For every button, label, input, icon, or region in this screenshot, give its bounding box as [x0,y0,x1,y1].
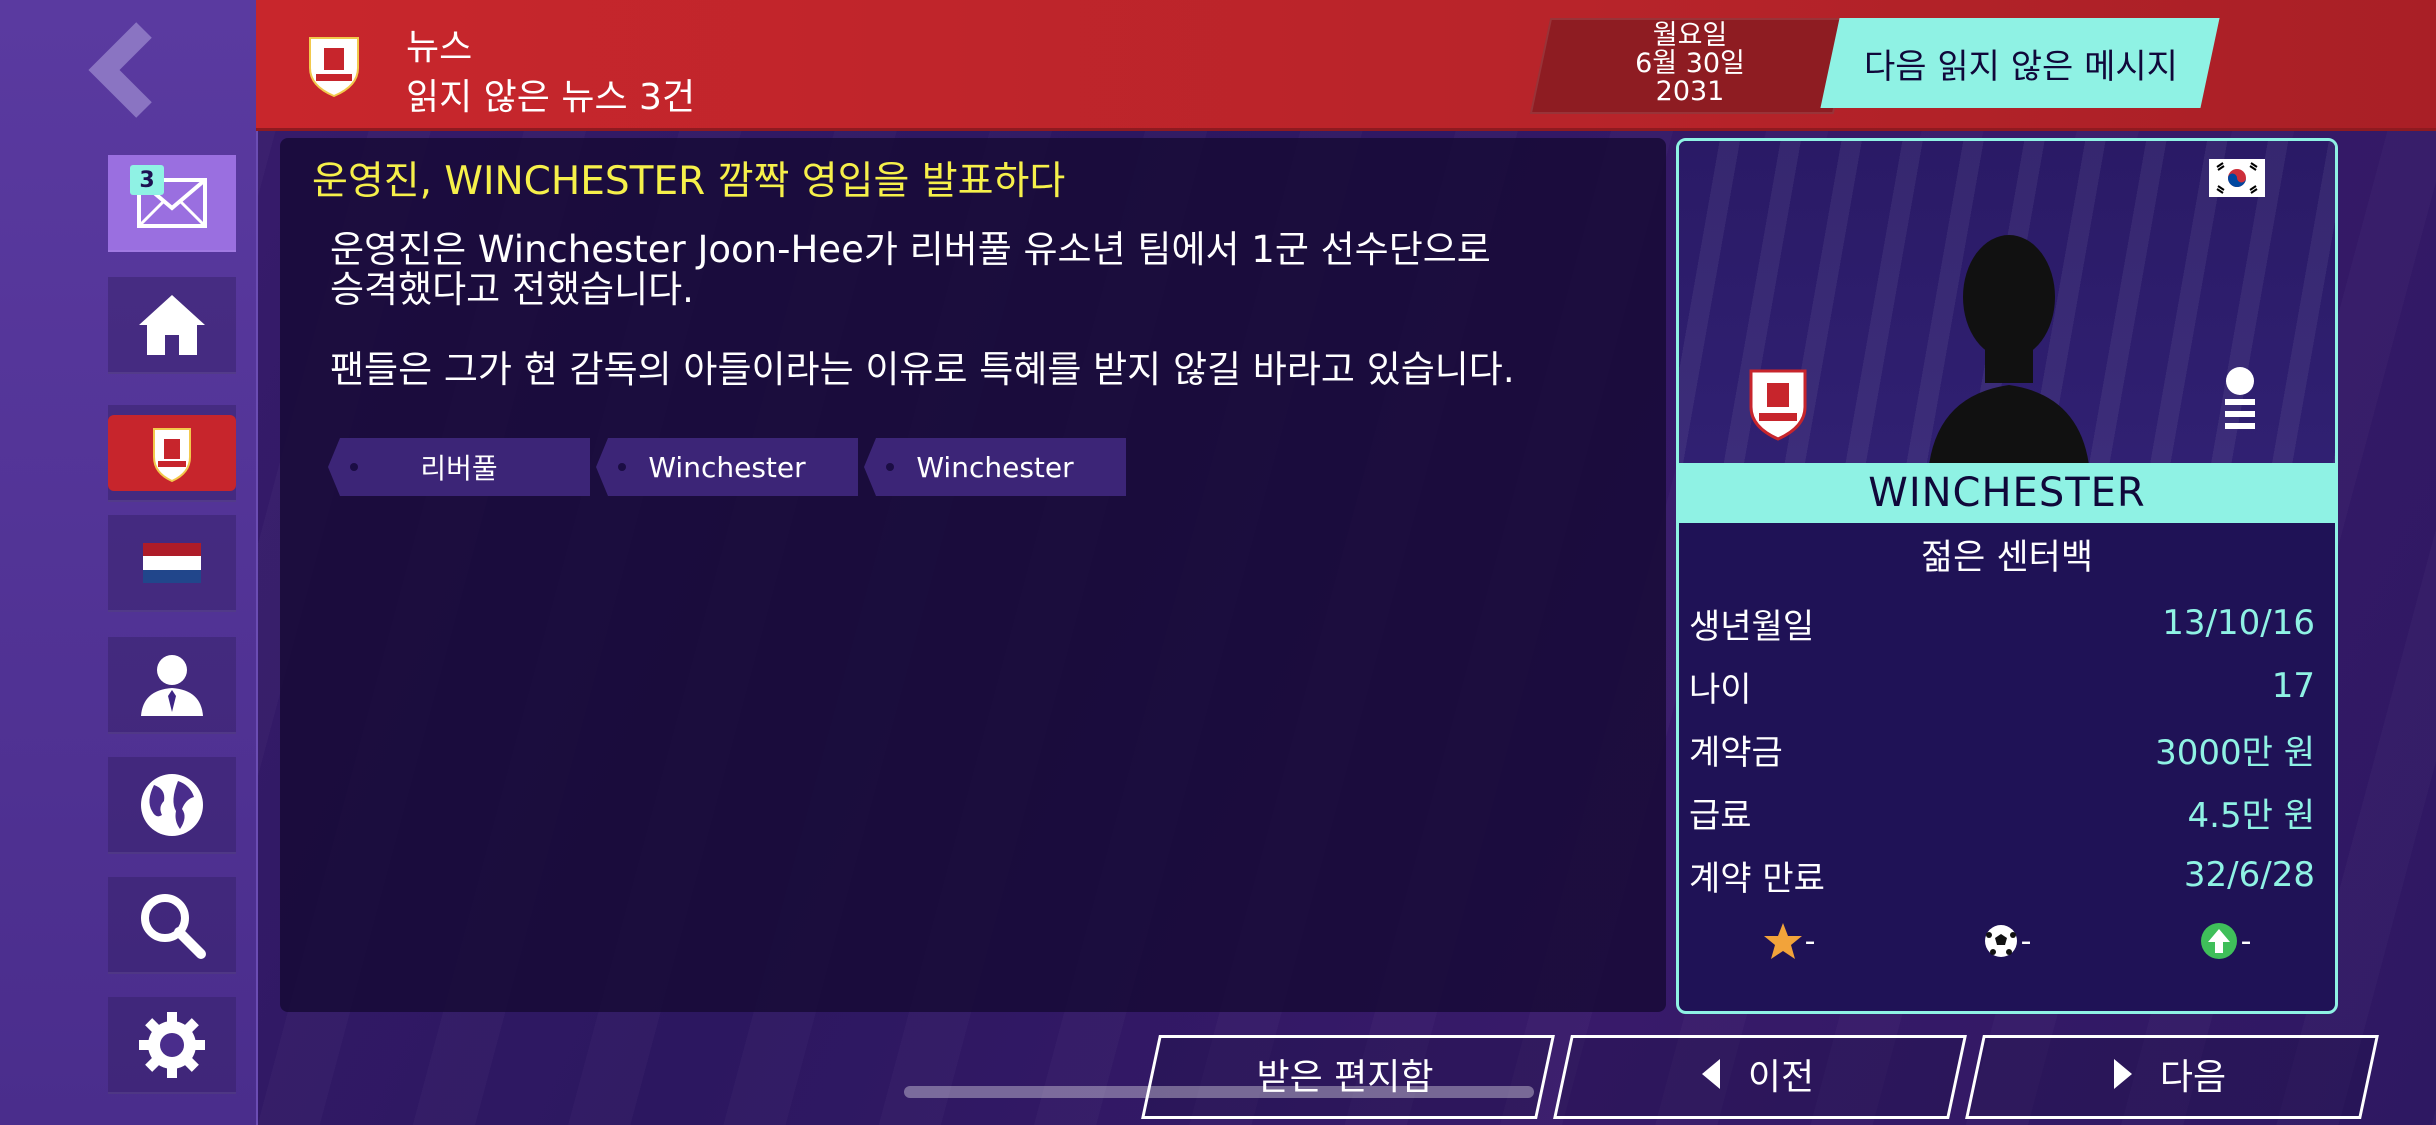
related-tags: 리버풀 Winchester Winchester [328,438,1132,496]
liverpool-crest-icon [153,427,191,482]
netherlands-flag-icon [143,542,201,583]
home-indicator[interactable] [904,1086,1534,1098]
prev-button[interactable]: 이전 [1562,1035,1952,1113]
sidebar-item-world[interactable] [108,757,236,854]
home-icon [139,294,205,355]
news-paragraph-1: 운영진은 Winchester Joon-Hee가 리버풀 유소년 팀에서 1군… [330,230,1630,310]
stat-label: 계약금 [1689,732,1783,773]
premier-league-logo-icon [2225,367,2255,429]
back-button[interactable] [86,20,166,120]
player-card-header [1679,141,2335,463]
player-card[interactable]: WINCHESTER 젊은 센터백 생년월일 13/10/16 나이 17 계약… [1676,138,2338,1014]
prev-button-label: 이전 [1747,1057,1815,1098]
stat-row-wage: 급료 4.5만 원 [1689,782,2315,842]
football-icon [1984,925,2017,957]
unread-count-badge: 3 [130,165,164,195]
star-icon [1763,923,1802,959]
stat-value: 32/6/28 [2183,855,2315,895]
next-button[interactable]: 다음 [1974,1035,2364,1113]
potential-value: - [2240,923,2252,959]
unread-news-count: 읽지 않은 뉴스 3건 [406,77,696,118]
potential-rating: - [2199,921,2252,961]
player-silhouette-icon [1929,235,2089,463]
date-day: 6월 30일 [1635,48,1745,79]
tag-dot [350,463,358,471]
stat-value: 4.5만 원 [2187,795,2315,836]
date-weekday: 월요일 [1652,20,1728,51]
manager-icon [141,654,203,716]
player-rating-icons: - - - [1679,909,2335,973]
sidebar: 3 [0,0,258,1125]
arrow-left-icon [1701,1059,1720,1089]
news-paragraph-2: 팬들은 그가 현 감독의 아들이라는 이유로 특혜를 받지 않길 바라고 있습니… [330,348,1515,391]
inbox-button[interactable]: 받은 편지함 [1150,1035,1540,1113]
match-value: - [2020,923,2032,959]
sidebar-item-staff[interactable] [108,637,236,734]
tag-club[interactable]: 리버풀 [328,438,590,496]
news-article-panel: 운영진, WINCHESTER 깜짝 영입을 발표하다 운영진은 Winches… [280,138,1666,1012]
liverpool-crest-icon [1749,369,1807,441]
chevron-left-icon [88,22,152,118]
stat-label: 급료 [1689,795,1752,836]
sidebar-item-club[interactable] [108,405,236,502]
stat-value: 3000만 원 [2155,732,2315,773]
player-position: 젊은 센터백 [1920,537,2094,578]
arrow-right-icon [2113,1059,2132,1089]
sidebar-item-search[interactable] [108,877,236,974]
page-title: 뉴스 [406,27,473,68]
tag-dot [618,463,626,471]
news-headline: 운영진, WINCHESTER 깜짝 영입을 발표하다 [312,159,1066,204]
tag-label: 리버풀 [420,452,498,485]
tag-label: Winchester [648,450,806,484]
arrow-up-circle-icon [2200,923,2237,959]
sidebar-item-nation[interactable] [108,515,236,612]
ability-value: - [1804,923,1816,959]
stat-row-age: 나이 17 [1689,656,2315,716]
tag-player[interactable]: Winchester [596,438,858,496]
match-rating: - [1983,923,2032,959]
globe-icon [141,773,203,836]
stat-value: 13/10/16 [2162,603,2315,643]
gear-icon [139,1011,205,1078]
current-date: 월요일 6월 30일 2031 [1540,18,1840,110]
sidebar-item-home[interactable] [108,277,236,374]
player-name: WINCHESTER [1679,463,2335,523]
liverpool-crest-icon [309,37,359,98]
stat-label: 생년월일 [1689,606,1815,647]
next-unread-button[interactable]: 다음 읽지 않은 메시지 [1836,18,2206,108]
news-paragraph-1-line-2: 승격했다고 전했습니다. [330,268,694,311]
date-year: 2031 [1655,76,1725,107]
ability-rating: - [1763,921,1816,961]
tag-dot [886,463,894,471]
next-button-label: 다음 [2159,1057,2227,1098]
news-paragraph-1-line-1: 운영진은 Winchester Joon-Hee가 리버풀 유소년 팀에서 1군… [330,228,1491,271]
club-crest-badge [108,414,236,491]
south-korea-flag-icon [2209,159,2265,197]
stat-value: 17 [2271,666,2315,706]
stat-label: 나이 [1689,669,1752,710]
stat-row-contract-expiry: 계약 만료 32/6/28 [1689,845,2315,905]
stat-row-birthdate: 생년월일 13/10/16 [1689,593,2315,653]
tag-label: Winchester [916,450,1074,484]
search-icon [141,893,206,959]
sidebar-item-settings[interactable] [108,997,236,1094]
tag-manager[interactable]: Winchester [864,438,1126,496]
sidebar-item-inbox[interactable]: 3 [108,155,236,252]
stat-label: 계약 만료 [1689,858,1825,899]
stat-row-contract-fee: 계약금 3000만 원 [1689,719,2315,779]
